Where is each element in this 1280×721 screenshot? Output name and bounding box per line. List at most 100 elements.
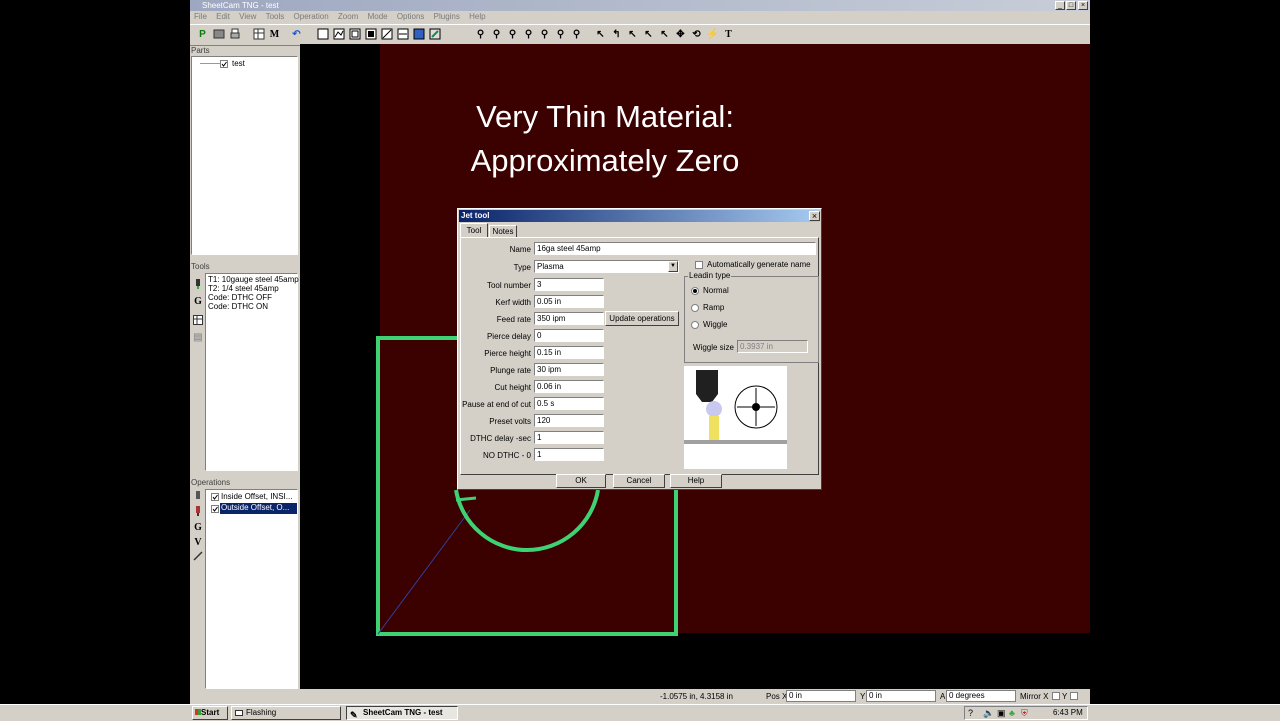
start-point-icon[interactable]: ↖	[626, 28, 639, 41]
op-item[interactable]: Inside Offset, INSI...	[221, 492, 292, 501]
task-flashing[interactable]: Flashing	[231, 706, 341, 720]
cut-height-field[interactable]: 0.06 in	[534, 380, 604, 393]
menu-operation[interactable]: Operation	[294, 12, 329, 21]
text-button[interactable]: T	[722, 28, 735, 41]
menu-help[interactable]: Help	[469, 12, 485, 21]
menu-zoom[interactable]: Zoom	[338, 12, 358, 21]
menu-options[interactable]: Options	[397, 12, 425, 21]
auto-name-checkbox[interactable]	[695, 261, 703, 269]
maximize-button[interactable]: □	[1066, 1, 1076, 10]
pin-icon[interactable]: ⚲	[474, 28, 487, 41]
minimize-button[interactable]: _	[1055, 1, 1065, 10]
tray-app-icon[interactable]: ♣	[1009, 708, 1015, 718]
part-checkbox[interactable]	[220, 60, 228, 68]
view-icon[interactable]	[396, 28, 409, 41]
update-operations-button[interactable]: Update operations	[605, 311, 679, 326]
op-checkbox[interactable]	[211, 505, 219, 513]
view2-icon[interactable]	[412, 28, 425, 41]
op-pen-icon[interactable]	[192, 551, 204, 564]
undo-icon[interactable]: ↶	[290, 28, 303, 41]
tool-number-field[interactable]: 3	[534, 278, 604, 291]
cancel-button[interactable]: Cancel	[613, 474, 665, 488]
op-drill-icon[interactable]	[192, 506, 204, 519]
tab-notes[interactable]: Notes	[489, 225, 517, 237]
line-icon[interactable]	[332, 28, 345, 41]
table-icon[interactable]	[252, 28, 265, 41]
circle-icon[interactable]	[364, 28, 377, 41]
process-button[interactable]: P	[196, 28, 209, 41]
help-icon[interactable]: ?	[968, 708, 973, 718]
leadout-icon[interactable]: ↖	[658, 28, 671, 41]
machine-button[interactable]: M	[268, 28, 281, 41]
pin4-icon[interactable]: ⚲	[522, 28, 535, 41]
pin2-icon[interactable]: ⚲	[490, 28, 503, 41]
menu-file[interactable]: File	[194, 12, 207, 21]
leadin-normal-radio[interactable]	[691, 287, 699, 295]
mirror-x-checkbox[interactable]	[1052, 692, 1060, 700]
dthc-delay-field[interactable]: 1	[534, 431, 604, 444]
pierce-delay-field[interactable]: 0	[534, 329, 604, 342]
tab-tool[interactable]: Tool	[460, 223, 488, 237]
select-icon[interactable]	[316, 28, 329, 41]
leadin-wiggle-radio[interactable]	[691, 321, 699, 329]
leadin-icon[interactable]: ↖	[642, 28, 655, 41]
tool-misc-icon[interactable]: ▤	[192, 331, 204, 344]
tool-item[interactable]: T1: 10gauge steel 45amp	[208, 275, 299, 284]
pin6-icon[interactable]: ⚲	[554, 28, 567, 41]
tool-plasma-icon[interactable]	[192, 279, 204, 292]
menu-mode[interactable]: Mode	[368, 12, 388, 21]
tool-item[interactable]: T2: 1/4 steel 45amp	[208, 284, 279, 293]
pin5-icon[interactable]: ⚲	[538, 28, 551, 41]
name-field[interactable]: 16ga steel 45amp	[534, 242, 816, 255]
shield-icon[interactable]: ⛨	[1021, 708, 1028, 719]
pointer-icon[interactable]: ↖	[594, 28, 607, 41]
tool-table-icon[interactable]	[192, 315, 204, 328]
machine-icon[interactable]	[212, 28, 225, 41]
zoom-icon[interactable]	[428, 28, 441, 41]
tool-gcode-button[interactable]: G	[192, 295, 204, 308]
menu-tools[interactable]: Tools	[266, 12, 285, 21]
plunge-rate-field[interactable]: 30 ipm	[534, 363, 604, 376]
pierce-height-field[interactable]: 0.15 in	[534, 346, 604, 359]
close-button[interactable]: ×	[1078, 1, 1088, 10]
a-field[interactable]: 0 degrees	[946, 690, 1016, 702]
speaker-icon[interactable]: 🔈	[983, 708, 994, 719]
help-button[interactable]: Help	[670, 474, 722, 488]
rotate-icon[interactable]: ⟲	[690, 28, 703, 41]
pin7-icon[interactable]: ⚲	[570, 28, 583, 41]
no-dthc-field[interactable]: 1	[534, 448, 604, 461]
pause-end-cut-field[interactable]: 0.5 s	[534, 397, 604, 410]
menu-plugins[interactable]: Plugins	[434, 12, 460, 21]
op-profile-icon[interactable]	[192, 491, 204, 504]
kerf-width-field[interactable]: 0.05 in	[534, 295, 604, 308]
start-button[interactable]: Start	[192, 706, 228, 720]
node-edit-icon[interactable]: ↰	[610, 28, 623, 41]
op-vcarve-button[interactable]: V	[192, 536, 204, 549]
op-item-selected[interactable]: Outside Offset, O...	[220, 503, 297, 514]
chevron-down-icon[interactable]: ▼	[668, 261, 678, 272]
menu-view[interactable]: View	[239, 12, 256, 21]
op-checkbox[interactable]	[211, 493, 219, 501]
op-gcode-button[interactable]: G	[192, 521, 204, 534]
preset-volts-field[interactable]: 120	[534, 414, 604, 427]
network-icon[interactable]: ▣	[997, 708, 1006, 719]
y-field[interactable]: 0 in	[866, 690, 936, 702]
pos-x-field[interactable]: 0 in	[786, 690, 856, 702]
task-sheetcam[interactable]: ✎ SheetCam TNG - test	[346, 706, 458, 720]
mirror-y-checkbox[interactable]	[1070, 692, 1078, 700]
pin3-icon[interactable]: ⚲	[506, 28, 519, 41]
type-select[interactable]: Plasma ▼	[534, 260, 679, 273]
dialog-close-button[interactable]: ×	[809, 211, 820, 221]
tool-item[interactable]: Code: DTHC OFF	[208, 293, 272, 302]
part-name[interactable]: test	[232, 59, 245, 68]
tool-item[interactable]: Code: DTHC ON	[208, 302, 268, 311]
leadin-ramp-radio[interactable]	[691, 304, 699, 312]
print-icon[interactable]	[228, 28, 241, 41]
cut-icon[interactable]	[380, 28, 393, 41]
feed-rate-field[interactable]: 350 ipm	[534, 312, 604, 325]
rect-icon[interactable]	[348, 28, 361, 41]
ok-button[interactable]: OK	[556, 474, 606, 488]
sequence-icon[interactable]: ⚡	[706, 28, 719, 41]
menu-edit[interactable]: Edit	[216, 12, 230, 21]
move-icon[interactable]: ✥	[674, 28, 687, 41]
